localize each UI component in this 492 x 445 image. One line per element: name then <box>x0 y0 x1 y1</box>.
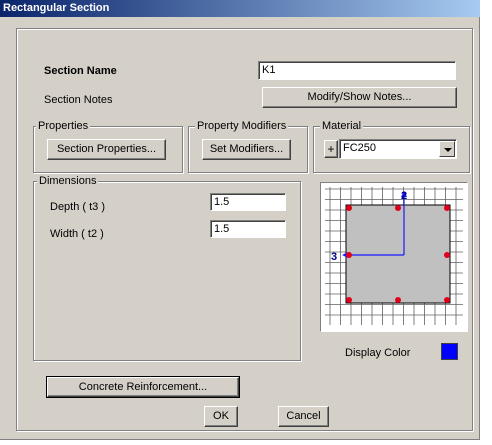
axis-3-label: 3 <box>331 251 337 263</box>
width-input[interactable]: 1.5 <box>210 220 286 238</box>
window-title: Rectangular Section <box>0 0 480 17</box>
rectangular-section-dialog: Rectangular Section Section Name K1 Sect… <box>0 0 480 440</box>
rebar-dot <box>395 205 401 211</box>
set-modifiers-button[interactable]: Set Modifiers... <box>202 139 291 160</box>
material-selected-value: FC250 <box>343 142 377 154</box>
section-notes-label: Section Notes <box>44 94 113 106</box>
rebar-dot <box>346 297 352 303</box>
ok-button[interactable]: OK <box>204 406 238 427</box>
section-name-input[interactable]: K1 <box>258 61 456 80</box>
material-group-label: Material <box>320 120 364 132</box>
section-preview: 2 3 <box>320 182 468 332</box>
display-color-swatch[interactable] <box>441 343 458 360</box>
cancel-button[interactable]: Cancel <box>278 406 329 427</box>
properties-group-label: Properties <box>36 120 91 132</box>
section-name-label: Section Name <box>44 65 117 77</box>
property-modifiers-group-label: Property Modifiers <box>195 120 289 132</box>
rebar-dot <box>346 252 352 258</box>
material-select[interactable]: FC250 <box>339 139 457 159</box>
rebar-dot <box>346 205 352 211</box>
section-preview-drawing: 2 3 <box>325 187 463 325</box>
dimensions-group-label: Dimensions <box>37 175 99 187</box>
modify-show-notes-button[interactable]: Modify/Show Notes... <box>262 87 457 108</box>
rebar-dot <box>395 297 401 303</box>
depth-label: Depth ( t3 ) <box>50 201 106 213</box>
section-shape <box>345 204 451 304</box>
rebar-dot <box>444 252 450 258</box>
chevron-down-icon[interactable] <box>439 141 455 157</box>
axis-2-label: 2 <box>401 190 407 202</box>
width-label: Width ( t2 ) <box>50 228 104 240</box>
depth-input[interactable]: 1.5 <box>210 193 286 211</box>
section-properties-button[interactable]: Section Properties... <box>47 139 166 160</box>
rebar-dot <box>444 205 450 211</box>
add-material-button[interactable]: + <box>324 140 338 158</box>
display-color-label: Display Color <box>345 347 411 359</box>
concrete-reinforcement-button[interactable]: Concrete Reinforcement... <box>46 376 240 398</box>
rebar-dot <box>444 297 450 303</box>
